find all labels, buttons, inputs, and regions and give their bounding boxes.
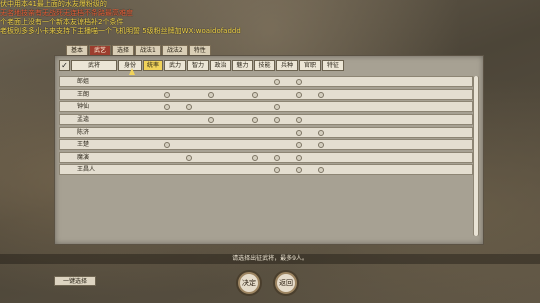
row-indicator-icon (296, 167, 302, 174)
row-indicator-icon (252, 91, 258, 98)
row-indicator-icon (274, 167, 280, 174)
table-row[interactable]: 王昌人 (59, 164, 473, 176)
table-row[interactable]: 魔演 (59, 151, 473, 163)
row-indicator-icon (296, 129, 302, 136)
table-row[interactable]: 陈济 (59, 126, 473, 138)
table-row[interactable]: 孟逵 (59, 113, 473, 125)
table-row[interactable]: 王楚 (59, 139, 473, 151)
row-indicator-icon (208, 91, 214, 98)
overlay-line: 无名地技亲有无战死无连档不条路最高难度 (0, 9, 133, 17)
officer-name: 钟仙 (77, 103, 90, 111)
select-all-checkbox[interactable]: ✓ (59, 60, 70, 71)
table-row[interactable]: 钟仙 (59, 101, 473, 113)
row-indicator-icon (164, 104, 170, 111)
row-indicator-icon (274, 104, 280, 111)
row-indicator-icon (318, 129, 324, 136)
overlay-line: 老板别多多小卡来支持下主播喵一个飞机明誓 5级粉丝牌加WX:woaidofadd… (0, 27, 241, 35)
overlay-line: 伏中用本41最上面的水友爆粉级的 (0, 0, 107, 8)
row-indicator-icon (208, 116, 214, 123)
row-indicator-icon (296, 116, 302, 123)
back-button[interactable]: 返回 (275, 272, 297, 294)
tab-traits[interactable]: 特性 (188, 45, 211, 55)
overlay-line: 个老面上没有一个新本友谅档补2个条件 (0, 18, 124, 26)
tab-tactic-2[interactable]: 战法2 (161, 45, 188, 55)
col-intelligence[interactable]: 智力 (187, 60, 209, 71)
one-click-select-button[interactable]: 一键选择 (54, 276, 97, 286)
col-politics[interactable]: 政治 (210, 60, 231, 71)
row-indicator-icon (274, 154, 280, 161)
officer-name: 郎姐 (77, 78, 90, 85)
col-rank[interactable]: 官职 (299, 60, 321, 71)
tab-tactic-1[interactable]: 战法1 (135, 45, 161, 55)
scrollbar-thumb[interactable] (474, 76, 478, 236)
officer-rows: 郎姐王朗钟仙孟逵陈济王楚魔演王昌人 (59, 76, 473, 177)
row-indicator-icon (186, 104, 192, 111)
row-indicator-icon (186, 154, 192, 161)
row-indicator-icon (318, 142, 324, 149)
col-strength[interactable]: 武力 (164, 60, 186, 71)
col-officer[interactable]: 武将 (71, 60, 117, 71)
table-header: ✓ 武将 身份 统率 武力 智力 政治 魅力 技能 兵种 官职 特征 (59, 60, 344, 71)
row-indicator-icon (274, 79, 280, 85)
row-indicator-icon (252, 116, 258, 123)
officer-name: 王昌人 (77, 166, 96, 174)
cursor-arrow-icon (129, 68, 135, 75)
table-row[interactable]: 郎姐 (59, 76, 473, 87)
stream-overlay-text: 伏中用本41最上面的水友爆粉级的 无名地技亲有无战死无连档不条路最高难度 个老面… (0, 0, 300, 36)
status-message: 请选择出征武将，最多9人。 (0, 254, 540, 264)
officer-name: 王楚 (77, 141, 90, 149)
officer-name: 孟逵 (77, 115, 90, 123)
confirm-button[interactable]: 决定 (238, 272, 260, 294)
row-indicator-icon (296, 91, 302, 98)
officer-name: 陈济 (77, 128, 90, 136)
col-charm[interactable]: 魅力 (232, 60, 253, 71)
table-row[interactable]: 王朗 (59, 88, 473, 100)
row-indicator-icon (296, 79, 302, 85)
row-indicator-icon (318, 91, 324, 98)
col-feature[interactable]: 特征 (322, 60, 344, 71)
row-indicator-icon (296, 154, 302, 161)
col-skill[interactable]: 技能 (254, 60, 275, 71)
row-indicator-icon (164, 91, 170, 98)
tab-select[interactable]: 选择 (112, 45, 135, 55)
row-indicator-icon (318, 167, 324, 174)
tab-martial[interactable]: 武艺 (89, 45, 112, 55)
row-indicator-icon (296, 142, 302, 149)
row-indicator-icon (274, 116, 280, 123)
row-indicator-icon (164, 142, 170, 149)
tab-bar: 基本 武艺 选择 战法1 战法2 特性 (66, 45, 211, 55)
scrollbar[interactable] (473, 76, 479, 236)
officer-name: 王朗 (77, 90, 90, 98)
col-troop-type[interactable]: 兵种 (276, 60, 298, 71)
row-indicator-icon (252, 154, 258, 161)
tab-basic[interactable]: 基本 (66, 45, 89, 55)
col-leadership[interactable]: 统率 (143, 60, 163, 71)
officer-list-panel: ✓ 武将 身份 统率 武力 智力 政治 魅力 技能 兵种 官职 特征 郎姐王朗钟… (54, 55, 484, 245)
officer-name: 魔演 (77, 153, 90, 161)
